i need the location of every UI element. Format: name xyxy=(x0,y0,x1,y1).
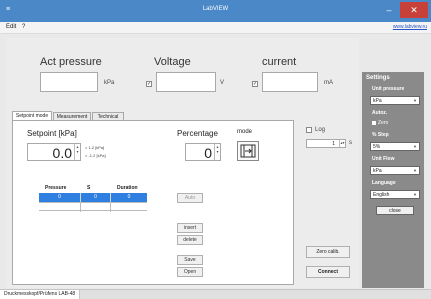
voltage-unit: V xyxy=(220,80,225,86)
chevron-down-icon: ▼ xyxy=(413,144,417,149)
log-checkbox[interactable] xyxy=(306,127,312,133)
step-select[interactable]: 5% ▼ xyxy=(370,142,420,151)
language-label: Language xyxy=(372,180,396,186)
status-text: Druckmesskopf/Prüfens LAB-48 xyxy=(0,290,81,299)
col-header-s: S xyxy=(87,185,91,191)
log-label: Log xyxy=(315,127,326,133)
table-cell[interactable] xyxy=(39,203,81,212)
unit-pressure-value: kPa xyxy=(373,98,382,104)
minimize-button[interactable]: – xyxy=(382,4,396,16)
current-unit: mA xyxy=(324,80,333,86)
spin-arrows-icon[interactable]: ▴▾ xyxy=(214,144,220,160)
log-interval-value: 1 xyxy=(332,141,335,147)
auto-button[interactable]: Auto xyxy=(177,193,203,203)
chevron-down-icon: ▼ xyxy=(413,192,417,197)
zero-label: Zero xyxy=(378,120,389,126)
website-link[interactable]: www.labview.ru xyxy=(393,24,427,30)
settings-title: Settings xyxy=(366,75,390,81)
checkbox-icon[interactable] xyxy=(372,121,376,125)
table-cell[interactable] xyxy=(81,203,111,212)
setpoint-title: Setpoint [kPa] xyxy=(27,129,77,138)
voltage-label: Voltage xyxy=(154,56,191,68)
percentage-value: 0 xyxy=(204,145,212,161)
menu-edit[interactable]: Edit xyxy=(6,24,16,30)
open-button[interactable]: Open xyxy=(177,267,203,277)
pressure-unit: kPa xyxy=(104,80,115,86)
col-header-duration: Duration xyxy=(117,185,138,191)
voltage-display xyxy=(156,72,216,92)
step-label: % Step xyxy=(372,132,389,138)
percentage-input[interactable]: 0 ▴ ▾ xyxy=(185,143,221,161)
setpoint-input[interactable]: 0.0 ▴ ▾ xyxy=(27,143,81,161)
col-header-pressure: Pressure xyxy=(45,185,67,191)
menu-bar: Edit ? www.labview.ru xyxy=(0,22,431,34)
settings-panel: Settings Unit pressure kPa ▼ Autoz. Zero… xyxy=(362,72,424,288)
close-button[interactable]: ✕ xyxy=(400,2,428,18)
unit-flow-select[interactable]: kPa ▼ xyxy=(370,166,420,175)
zero-calib-button[interactable]: Zero calib. xyxy=(306,246,350,258)
table-cell[interactable]: 0 xyxy=(39,193,81,202)
voltage-checkbox[interactable]: ✓ xyxy=(146,81,152,87)
autozero-label: Autoz. xyxy=(372,110,388,116)
language-value: English xyxy=(373,192,390,198)
spin-arrows-icon[interactable]: ▴▾ xyxy=(339,140,345,147)
log-interval-input[interactable]: 1 ▴▾ xyxy=(306,139,346,148)
percentage-label: Percentage xyxy=(177,129,218,138)
table-row[interactable] xyxy=(39,202,147,212)
mode-label: mode xyxy=(237,129,253,135)
unit-flow-value: kPa xyxy=(373,168,382,174)
current-display xyxy=(262,72,318,92)
setpoint-value: 0.0 xyxy=(52,145,72,161)
chevron-down-icon: ▼ xyxy=(413,98,417,103)
current-checkbox[interactable]: ✓ xyxy=(252,81,258,87)
table-cell[interactable]: 0 xyxy=(81,193,111,202)
pressure-label: Act pressure xyxy=(40,56,102,68)
settings-close-button[interactable]: close xyxy=(376,206,414,215)
setpoint-range-high: < 1.2 [kPa] xyxy=(85,145,105,150)
setpoint-range-low: > -1.2 [kPa] xyxy=(85,153,106,158)
setpoint-panel: Setpoint [kPa] 0.0 ▴ ▾ < 1.2 [kPa] > -1.2… xyxy=(12,120,294,285)
insert-button[interactable]: insert xyxy=(177,223,203,233)
status-bar: Druckmesskopf/Prüfens LAB-48 xyxy=(0,289,431,299)
flow-valve-icon[interactable] xyxy=(237,141,259,161)
menu-help[interactable]: ? xyxy=(22,24,25,30)
connect-button[interactable]: Connect xyxy=(306,266,350,278)
spin-arrows-icon[interactable]: ▴▾ xyxy=(74,144,80,160)
chevron-down-icon: ▼ xyxy=(413,168,417,173)
log-unit: s xyxy=(349,140,352,146)
table-row[interactable]: 0 0 0 xyxy=(39,193,147,202)
unit-pressure-label: Unit pressure xyxy=(372,86,405,92)
zero-checkbox[interactable]: Zero xyxy=(372,120,388,126)
window-title: LabVIEW xyxy=(202,6,229,12)
title-bar: ≡ LabVIEW – ✕ xyxy=(0,0,431,22)
delete-button[interactable]: delete xyxy=(177,235,203,245)
pressure-display xyxy=(40,72,98,92)
unit-pressure-select[interactable]: kPa ▼ xyxy=(370,96,420,105)
save-button[interactable]: Save xyxy=(177,255,203,265)
table-cell[interactable]: 0 xyxy=(111,193,147,202)
step-value: 5% xyxy=(373,144,381,150)
unit-flow-label: Unit Flow xyxy=(372,156,395,162)
language-select[interactable]: English ▼ xyxy=(370,190,420,199)
table-cell[interactable] xyxy=(111,203,147,212)
current-label: current xyxy=(262,56,297,68)
